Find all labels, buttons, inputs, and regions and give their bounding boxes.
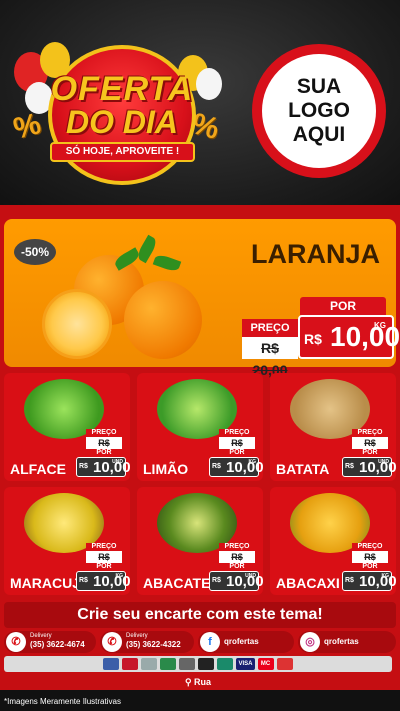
logo-inner: SUA LOGO AQUI bbox=[262, 54, 376, 168]
price-tag: R$ 10,00 UND bbox=[342, 457, 396, 477]
currency: R$ bbox=[79, 463, 88, 470]
old-price: R$ 20,50 bbox=[352, 437, 388, 460]
product-name: ABACATE bbox=[143, 575, 211, 591]
logo-text-1: SUA bbox=[296, 75, 342, 98]
currency: R$ bbox=[345, 577, 354, 584]
phone-icon: ✆ bbox=[102, 632, 122, 652]
price-tag: R$ 10,00 KG bbox=[76, 571, 130, 591]
product-name: ALFACE bbox=[10, 461, 66, 477]
old-price: R$ 20,50 bbox=[86, 437, 122, 460]
price-tag: R$ 10,00 KG bbox=[298, 315, 400, 359]
phone-contact-1[interactable]: ✆ Delivery (35) 3622-4674 bbox=[4, 631, 96, 653]
product-name: ABACAXI bbox=[276, 575, 340, 591]
card-icon bbox=[122, 658, 139, 670]
phone-icon: ✆ bbox=[6, 632, 26, 652]
facebook-icon: f bbox=[200, 632, 220, 652]
logo-text-3: AQUI bbox=[292, 123, 346, 146]
products-panel: -50% LARANJA PREÇO R$ 20,00 POR R$ 10,00… bbox=[0, 205, 400, 690]
phone-label: Delivery bbox=[30, 633, 52, 639]
price-tag: R$ 10,00 UND bbox=[209, 571, 263, 591]
visa-icon: VISA bbox=[236, 658, 255, 670]
hero-product-name: LARANJA bbox=[250, 239, 380, 269]
offer-title-line2: DO DIA bbox=[66, 104, 178, 140]
address-line: ⚲ Rua bbox=[4, 675, 392, 689]
payment-methods-bar: VISA MC bbox=[4, 656, 392, 672]
card-icon bbox=[179, 658, 196, 670]
disclaimer-note: *Imagens Meramente Ilustrativas bbox=[4, 697, 121, 706]
product-card-abacaxi[interactable]: PREÇO R$ 20,50 POR ABACAXI R$ 10,00 KG bbox=[270, 487, 396, 595]
phone-number: (35) 3622-4674 bbox=[30, 640, 85, 649]
logo-placeholder[interactable]: SUA LOGO AQUI bbox=[252, 44, 386, 178]
unit: UND bbox=[245, 573, 256, 579]
old-price: R$ 20,00 bbox=[242, 337, 298, 378]
product-name: LIMÃO bbox=[143, 461, 189, 477]
facebook-contact[interactable]: f qrofertas bbox=[198, 631, 294, 653]
orange-slice-image bbox=[42, 289, 112, 359]
hero-product-card[interactable]: -50% LARANJA PREÇO R$ 20,00 POR R$ 10,00… bbox=[4, 219, 400, 378]
old-price: R$ 20,50 bbox=[86, 551, 122, 574]
unit: KG bbox=[381, 573, 390, 579]
product-card-limao[interactable]: PREÇO R$ 20,50 POR LIMÃO R$ 10,00 KG bbox=[137, 373, 263, 481]
price-value: 10,00 bbox=[359, 573, 396, 590]
address-text: Rua bbox=[194, 677, 212, 687]
card-icon bbox=[103, 658, 120, 670]
unit: UND bbox=[112, 459, 123, 465]
facebook-handle: qrofertas bbox=[224, 637, 259, 646]
price-value: 10,00 bbox=[330, 321, 400, 352]
currency: R$ bbox=[212, 577, 221, 584]
logo-text-2: LOGO bbox=[288, 99, 350, 122]
por-label: POR bbox=[300, 297, 386, 315]
product-card-alface[interactable]: PREÇO R$ 20,50 POR ALFACE R$ 10,00 UND bbox=[4, 373, 130, 481]
product-card-batata[interactable]: PREÇO R$ 20,50 POR BATATA R$ 10,00 UND bbox=[270, 373, 396, 481]
card-icon bbox=[276, 658, 293, 670]
discount-badge: -50% bbox=[14, 239, 56, 265]
price-value: 10,00 bbox=[226, 459, 263, 476]
card-icon bbox=[198, 658, 215, 670]
offer-ribbon: SÓ HOJE, APROVEITE ! bbox=[50, 142, 195, 162]
price-tag: R$ 10,00 UND bbox=[76, 457, 130, 477]
phone-number: (35) 3622-4322 bbox=[126, 640, 181, 649]
old-price: R$ 20,50 bbox=[219, 437, 255, 460]
unit: KG bbox=[115, 573, 124, 579]
card-icon bbox=[160, 658, 177, 670]
currency: R$ bbox=[79, 577, 88, 584]
price-value: 10,00 bbox=[93, 573, 130, 590]
old-price: R$ 20,50 bbox=[352, 551, 388, 574]
phone-label: Delivery bbox=[126, 633, 148, 639]
old-price: R$ 20,50 bbox=[219, 551, 255, 574]
product-card-maracuja[interactable]: PREÇO R$ 20,50 POR MARACUJÁ R$ 10,00 KG bbox=[4, 487, 130, 595]
currency: R$ bbox=[212, 463, 221, 470]
location-pin-icon: ⚲ bbox=[184, 677, 192, 687]
instagram-contact[interactable]: ◎ qrofertas bbox=[298, 631, 396, 653]
currency: R$ bbox=[345, 463, 354, 470]
instagram-icon: ◎ bbox=[300, 632, 320, 652]
cta-banner[interactable]: Crie seu encarte com este tema! bbox=[4, 602, 396, 628]
mastercard-icon: MC bbox=[257, 658, 274, 670]
card-icon bbox=[141, 658, 158, 670]
orange-image bbox=[124, 281, 202, 359]
product-name: BATATA bbox=[276, 461, 330, 477]
unit: KG bbox=[374, 321, 386, 330]
unit: KG bbox=[248, 459, 257, 465]
preco-label: PREÇO bbox=[242, 319, 298, 337]
price-tag: R$ 10,00 KG bbox=[342, 571, 396, 591]
leaf-icon bbox=[152, 252, 182, 274]
card-icon bbox=[217, 658, 234, 670]
phone-contact-2[interactable]: ✆ Delivery (35) 3622-4322 bbox=[100, 631, 194, 653]
unit: UND bbox=[378, 459, 389, 465]
currency: R$ bbox=[304, 331, 322, 347]
instagram-handle: qrofertas bbox=[324, 637, 359, 646]
price-tag: R$ 10,00 KG bbox=[209, 457, 263, 477]
product-card-abacate[interactable]: PREÇO R$ 20,50 POR ABACATE R$ 10,00 UND bbox=[137, 487, 263, 595]
header: % % OFERTA DO DIA SÓ HOJE, APROVEITE ! S… bbox=[0, 0, 400, 205]
